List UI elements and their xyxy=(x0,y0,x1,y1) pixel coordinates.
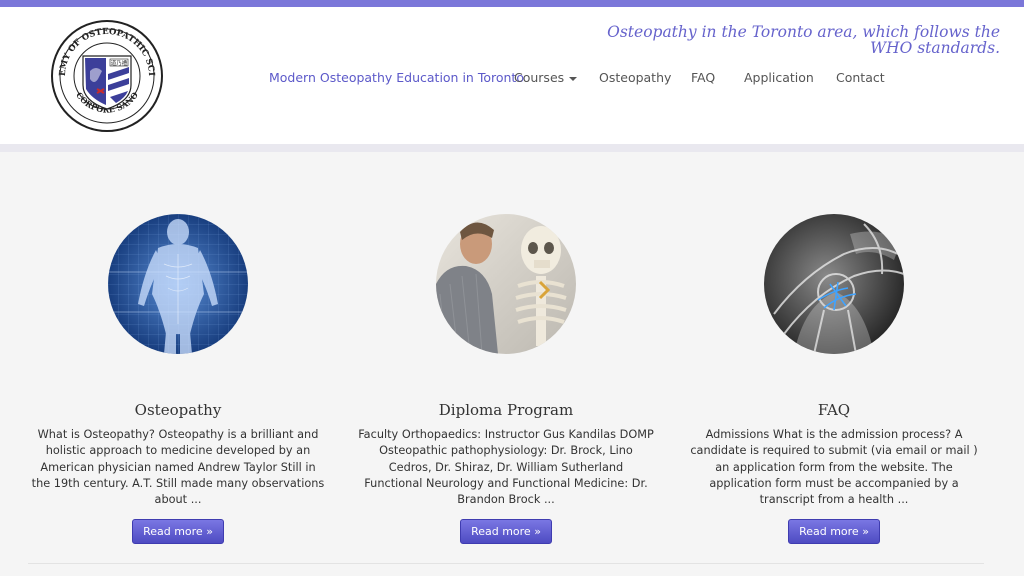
site-header: ACADEMY OF OSTEOPATHIC SCIENCE CORPORE S… xyxy=(0,7,1024,144)
site-tagline: Osteopathy in the Toronto area, which fo… xyxy=(607,23,1000,57)
read-more-button-osteopathy[interactable]: Read more » xyxy=(132,519,224,545)
read-more-button-diploma-program[interactable]: Read more » xyxy=(460,519,552,545)
content-divider xyxy=(28,563,984,564)
header-shadow xyxy=(0,144,1024,152)
feature-title-diploma-program: Diploma Program xyxy=(438,401,574,419)
feature-title-osteopathy: Osteopathy xyxy=(134,401,222,419)
feature-text-osteopathy: What is Osteopathy? Osteopathy is a bril… xyxy=(31,428,325,507)
nav-item-courses-label: Courses xyxy=(514,70,565,85)
logo-seal-text: 道乃禮 xyxy=(111,59,128,67)
nav-item-application[interactable]: Application xyxy=(744,70,814,85)
feature-diploma-program: Diploma Program Faculty Orthopaedics: In… xyxy=(356,214,656,545)
main-nav: Modern Osteopathy Education in Toronto C… xyxy=(0,70,1024,88)
feature-osteopathy: Osteopathy What is Osteopathy? Osteopath… xyxy=(28,214,328,545)
feature-title-faq: FAQ xyxy=(817,401,851,419)
nav-item-contact[interactable]: Contact xyxy=(836,70,885,85)
caret-down-icon xyxy=(569,76,578,81)
feature-text-diploma-program: Faculty Orthopaedics: Instructor Gus Kan… xyxy=(358,428,654,507)
read-more-button-faq[interactable]: Read more » xyxy=(788,519,880,545)
top-accent-stripe xyxy=(0,0,1024,7)
feature-faq: FAQ Admissions What is the admission pro… xyxy=(684,214,984,545)
nav-item-courses[interactable]: Courses xyxy=(514,70,578,85)
skeleton-model-icon[interactable] xyxy=(436,214,576,355)
nav-item-osteopathy[interactable]: Osteopathy xyxy=(599,70,671,85)
nav-item-faq[interactable]: FAQ xyxy=(691,70,715,85)
feature-text-faq: Admissions What is the admission process… xyxy=(690,428,978,507)
xray-shoulder-icon[interactable] xyxy=(764,214,905,355)
nav-item-home[interactable]: Modern Osteopathy Education in Toronto xyxy=(269,70,524,85)
anatomy-body-icon[interactable] xyxy=(108,214,248,354)
